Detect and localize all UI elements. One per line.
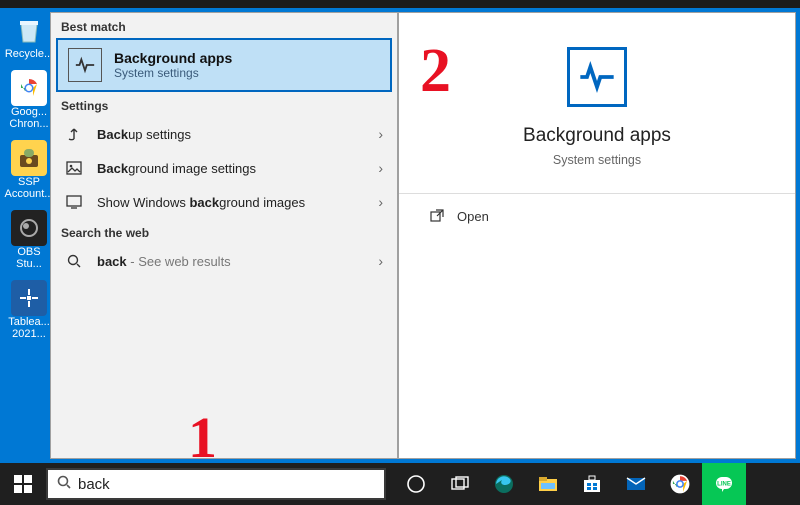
background-apps-icon bbox=[68, 48, 102, 82]
obs-icon bbox=[11, 210, 47, 246]
open-label: Open bbox=[457, 209, 489, 224]
settings-item-label: Background image settings bbox=[97, 161, 364, 176]
best-match-subtitle: System settings bbox=[114, 66, 232, 80]
annotation-1: 1 bbox=[188, 409, 217, 467]
search-detail-pane: Background apps System settings Open bbox=[398, 12, 796, 459]
settings-item-show-background-images[interactable]: Show Windows background images › bbox=[51, 185, 397, 219]
svg-text:LINE: LINE bbox=[717, 482, 731, 488]
microsoft-store-icon[interactable] bbox=[570, 463, 614, 505]
desktop-icon-label: SSP Account... bbox=[5, 176, 54, 200]
settings-item-background-image[interactable]: Background image settings › bbox=[51, 151, 397, 185]
best-match-result[interactable]: Background apps System settings bbox=[56, 38, 392, 92]
desktop-icon-google-chrome[interactable]: Goog... Chron... bbox=[4, 70, 54, 130]
settings-item-label: Show Windows background images bbox=[97, 195, 364, 210]
taskbar-search-input[interactable] bbox=[78, 476, 376, 493]
chevron-right-icon: › bbox=[378, 194, 383, 210]
desktop-icon-tableau[interactable]: Tablea... 2021... bbox=[4, 280, 54, 340]
desktop-icon-label: OBS Stu... bbox=[4, 246, 54, 270]
desktop-icon-label: Recycle... bbox=[5, 48, 53, 60]
settings-item-backup[interactable]: Backup settings › bbox=[51, 117, 397, 151]
search-icon bbox=[56, 474, 72, 495]
search-icon bbox=[65, 252, 83, 270]
chevron-right-icon: › bbox=[378, 160, 383, 176]
mail-icon[interactable] bbox=[614, 463, 658, 505]
ssp-icon bbox=[11, 140, 47, 176]
desktop-icons: Recycle... Goog... Chron... SSP Account.… bbox=[4, 12, 54, 340]
task-view-icon[interactable] bbox=[438, 463, 482, 505]
cortana-icon[interactable] bbox=[394, 463, 438, 505]
image-icon bbox=[65, 159, 83, 177]
best-match-title: Background apps bbox=[114, 50, 232, 66]
line-app-icon[interactable]: LINE bbox=[702, 463, 746, 505]
desktop-icon-ssp-account[interactable]: SSP Account... bbox=[4, 140, 54, 200]
background-apps-large-icon bbox=[567, 47, 627, 107]
chevron-right-icon: › bbox=[378, 253, 383, 269]
desktop-icon-obs-studio[interactable]: OBS Stu... bbox=[4, 210, 54, 270]
settings-header: Settings bbox=[51, 92, 397, 117]
open-action[interactable]: Open bbox=[399, 194, 519, 238]
detail-title: Background apps bbox=[523, 125, 671, 147]
search-web-header: Search the web bbox=[51, 219, 397, 244]
edge-icon[interactable] bbox=[482, 463, 526, 505]
taskbar: LINE bbox=[0, 463, 800, 505]
chevron-right-icon: › bbox=[378, 126, 383, 142]
taskbar-search-box[interactable] bbox=[46, 468, 386, 500]
desktop-icon-label: Tablea... 2021... bbox=[8, 316, 50, 340]
chrome-icon bbox=[11, 70, 47, 106]
file-explorer-icon[interactable] bbox=[526, 463, 570, 505]
settings-item-label: Backup settings bbox=[97, 127, 364, 142]
recycle-bin-icon bbox=[11, 12, 47, 48]
desktop-icon-label: Goog... Chron... bbox=[9, 106, 48, 130]
open-icon bbox=[429, 208, 445, 224]
detail-subtitle: System settings bbox=[553, 153, 641, 167]
web-result-label: back - See web results bbox=[97, 254, 364, 269]
chrome-taskbar-icon[interactable] bbox=[658, 463, 702, 505]
window-titlebar bbox=[0, 0, 800, 8]
web-result-back[interactable]: back - See web results › bbox=[51, 244, 397, 278]
arrow-up-sync-icon bbox=[65, 125, 83, 143]
desktop-icon bbox=[65, 193, 83, 211]
taskbar-icons: LINE bbox=[394, 463, 746, 505]
best-match-header: Best match bbox=[51, 13, 397, 38]
start-button[interactable] bbox=[0, 463, 46, 505]
desktop-icon-recycle-bin[interactable]: Recycle... bbox=[4, 12, 54, 60]
start-search-panel: Best match Background apps System settin… bbox=[50, 12, 398, 459]
annotation-2: 2 bbox=[420, 40, 451, 102]
tableau-icon bbox=[11, 280, 47, 316]
